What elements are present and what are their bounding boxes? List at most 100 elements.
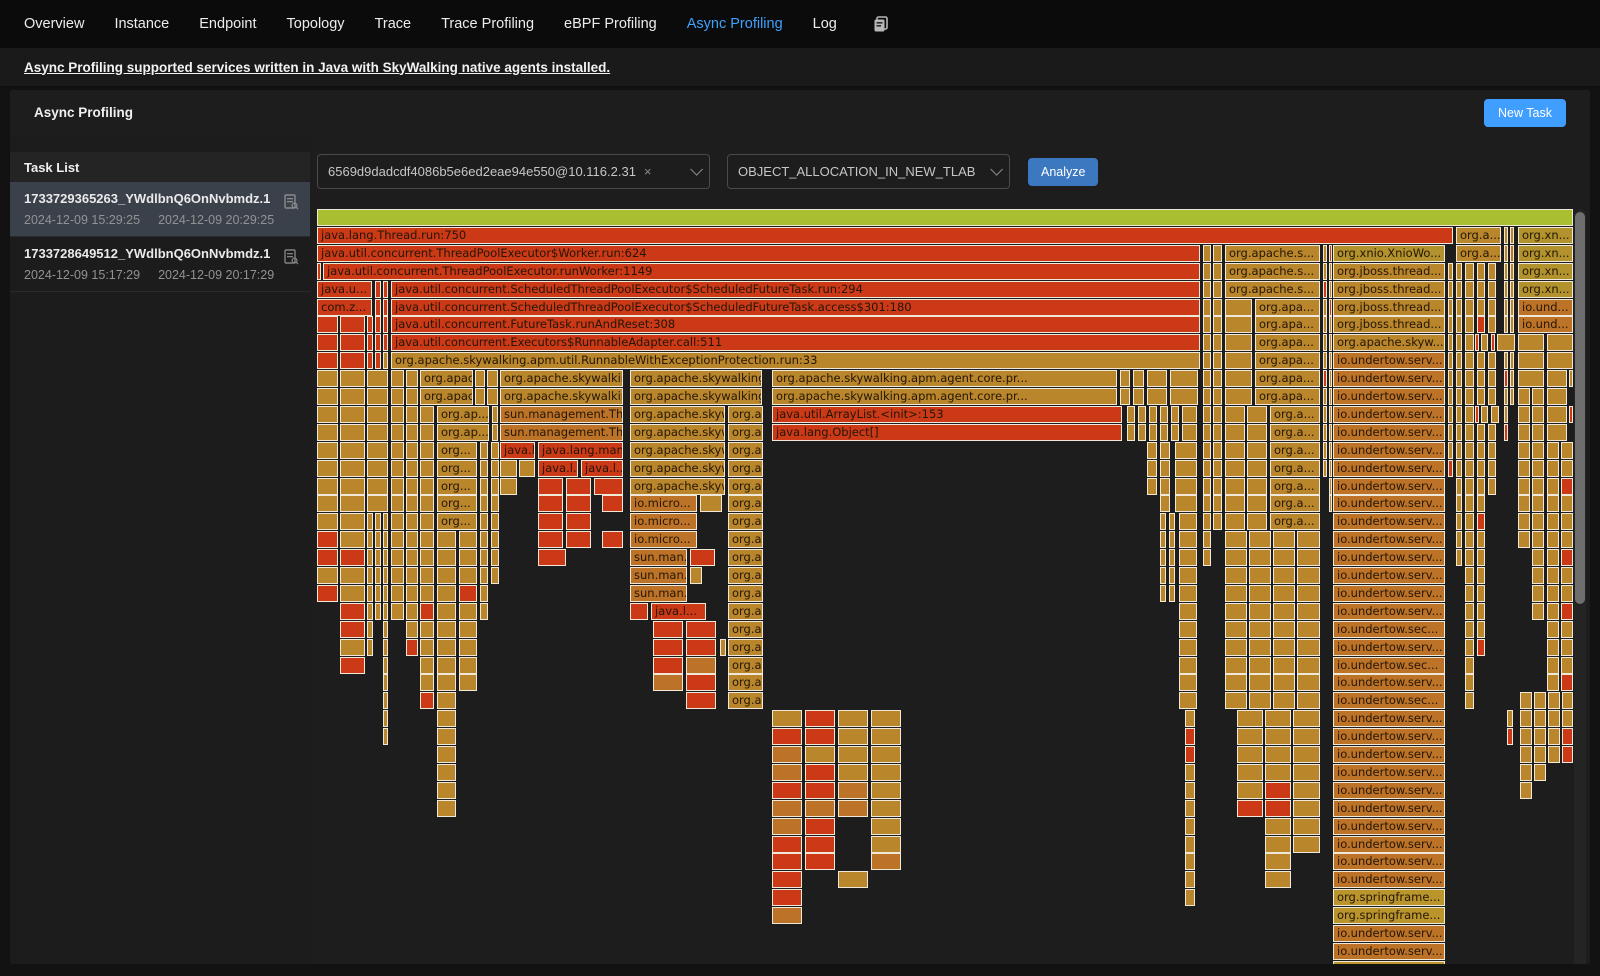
flame-cell[interactable] xyxy=(1465,549,1474,566)
flame-cell[interactable] xyxy=(1297,674,1320,691)
flame-cell[interactable] xyxy=(1547,478,1559,495)
supported-services-link[interactable]: Async Profiling supported services writt… xyxy=(24,60,610,75)
flame-cell[interactable] xyxy=(1534,746,1546,763)
flame-cell[interactable] xyxy=(1273,657,1295,674)
flame-cell[interactable] xyxy=(1160,549,1166,566)
flame-cell[interactable]: org.a... xyxy=(1270,495,1320,512)
flame-cell[interactable] xyxy=(420,549,434,566)
flame-cell[interactable] xyxy=(1120,388,1130,405)
flame-cell[interactable] xyxy=(1185,710,1195,727)
flame-cell[interactable] xyxy=(1265,836,1291,853)
flame-cell[interactable] xyxy=(1293,818,1320,835)
flame-cell[interactable] xyxy=(772,800,802,817)
flame-cell[interactable] xyxy=(459,531,477,548)
flame-cell[interactable] xyxy=(1203,406,1211,423)
flame-cell[interactable]: com.z... xyxy=(317,299,372,316)
flame-cell[interactable]: org.a... xyxy=(728,549,763,566)
flame-cell[interactable]: org.a... xyxy=(728,460,763,477)
nav-tab-trace-profiling[interactable]: Trace Profiling xyxy=(441,16,534,32)
flame-cell[interactable] xyxy=(805,818,835,835)
flame-cell[interactable] xyxy=(1249,585,1271,602)
flame-cell[interactable] xyxy=(1520,692,1532,709)
flame-cell[interactable] xyxy=(1491,406,1499,423)
flame-cell[interactable] xyxy=(1249,692,1271,709)
flame-cell[interactable]: org.a... xyxy=(728,585,763,602)
flame-cell[interactable] xyxy=(1247,424,1267,441)
flame-cell[interactable] xyxy=(1149,424,1157,441)
flame-cell[interactable] xyxy=(1138,424,1146,441)
flame-cell[interactable] xyxy=(1465,639,1474,656)
flame-cell[interactable] xyxy=(1504,352,1508,369)
flame-cell[interactable] xyxy=(1520,746,1532,763)
flame-cell[interactable]: org.apache.skywa... xyxy=(630,406,725,423)
flame-cell[interactable] xyxy=(1179,657,1197,674)
flame-cell[interactable] xyxy=(871,836,901,853)
flame-cell[interactable] xyxy=(1171,424,1179,441)
flame-cell[interactable]: org.a... xyxy=(728,639,763,656)
flame-cell[interactable] xyxy=(383,281,388,298)
flame-cell[interactable] xyxy=(391,603,404,620)
flame-cell[interactable] xyxy=(1448,424,1453,441)
flame-cell[interactable] xyxy=(1534,728,1546,745)
flame-cell[interactable]: io.undertow.serv... xyxy=(1333,674,1445,691)
flame-cell[interactable] xyxy=(480,549,488,566)
flame-cell[interactable]: org... xyxy=(437,513,477,530)
flame-cell[interactable] xyxy=(538,495,563,512)
flame-cell[interactable] xyxy=(1293,800,1320,817)
flame-cell[interactable] xyxy=(1504,424,1508,441)
flame-cell[interactable] xyxy=(1561,549,1573,566)
flame-cell[interactable] xyxy=(1203,299,1211,316)
flame-cell[interactable] xyxy=(1160,531,1166,548)
flame-cell[interactable]: java.l... xyxy=(500,442,535,459)
flame-cell[interactable] xyxy=(317,316,338,333)
flame-cell[interactable] xyxy=(459,621,477,638)
flame-cell[interactable] xyxy=(391,585,404,602)
flame-cell[interactable] xyxy=(1448,406,1453,423)
flame-cell[interactable] xyxy=(1532,603,1544,620)
flame-cell[interactable] xyxy=(317,263,321,280)
flame-cell[interactable]: org.a... xyxy=(728,478,763,495)
flame-cell[interactable]: io.micro... xyxy=(630,531,697,548)
analyze-button[interactable]: Analyze xyxy=(1028,158,1098,186)
flame-cell[interactable] xyxy=(1504,299,1508,316)
flame-cell[interactable] xyxy=(1169,513,1175,530)
flame-cell[interactable] xyxy=(437,567,456,584)
flame-cell[interactable] xyxy=(480,478,488,495)
flame-cell[interactable] xyxy=(1175,460,1197,477)
flame-cell[interactable] xyxy=(1547,585,1559,602)
flame-cell[interactable] xyxy=(1185,836,1195,853)
flame-cell[interactable] xyxy=(566,495,591,512)
flame-cell[interactable] xyxy=(1182,406,1197,423)
flame-cell[interactable] xyxy=(406,442,418,459)
flame-cell[interactable] xyxy=(1488,478,1496,495)
flame-cell[interactable] xyxy=(1520,764,1532,781)
flame-cell[interactable] xyxy=(437,657,456,674)
flame-cell[interactable]: io.undertow.serv... xyxy=(1333,800,1445,817)
flame-cell[interactable] xyxy=(420,585,434,602)
flame-cell[interactable] xyxy=(805,746,835,763)
flame-cell[interactable] xyxy=(480,531,488,548)
flame-cell[interactable] xyxy=(1329,334,1332,351)
flame-cell[interactable] xyxy=(1477,442,1485,459)
flame-cell[interactable] xyxy=(805,853,835,870)
flame-cell[interactable] xyxy=(367,316,373,333)
flame-cell[interactable] xyxy=(1329,478,1332,495)
flame-cell[interactable]: org.springframe... xyxy=(1333,961,1445,964)
flame-cell[interactable] xyxy=(1504,227,1508,244)
flame-cell[interactable] xyxy=(1147,370,1167,387)
nav-tab-overview[interactable]: Overview xyxy=(24,16,84,32)
flame-cell[interactable] xyxy=(772,764,802,781)
flame-cell[interactable] xyxy=(340,567,365,584)
new-task-button[interactable]: New Task xyxy=(1484,99,1566,127)
flame-cell[interactable]: org.springframe... xyxy=(1333,889,1445,906)
flame-cell[interactable] xyxy=(391,549,404,566)
flame-cell[interactable] xyxy=(1481,334,1488,351)
flame-cell[interactable] xyxy=(1504,263,1508,280)
flame-cell[interactable] xyxy=(1532,424,1544,441)
flame-cell[interactable] xyxy=(772,871,802,888)
flame-cell[interactable] xyxy=(1185,871,1195,888)
flame-cell[interactable] xyxy=(1169,585,1175,602)
flame-cell[interactable]: io.undertow.serv... xyxy=(1333,460,1445,477)
flame-cell[interactable] xyxy=(459,603,477,620)
flame-cell[interactable] xyxy=(1329,406,1332,423)
